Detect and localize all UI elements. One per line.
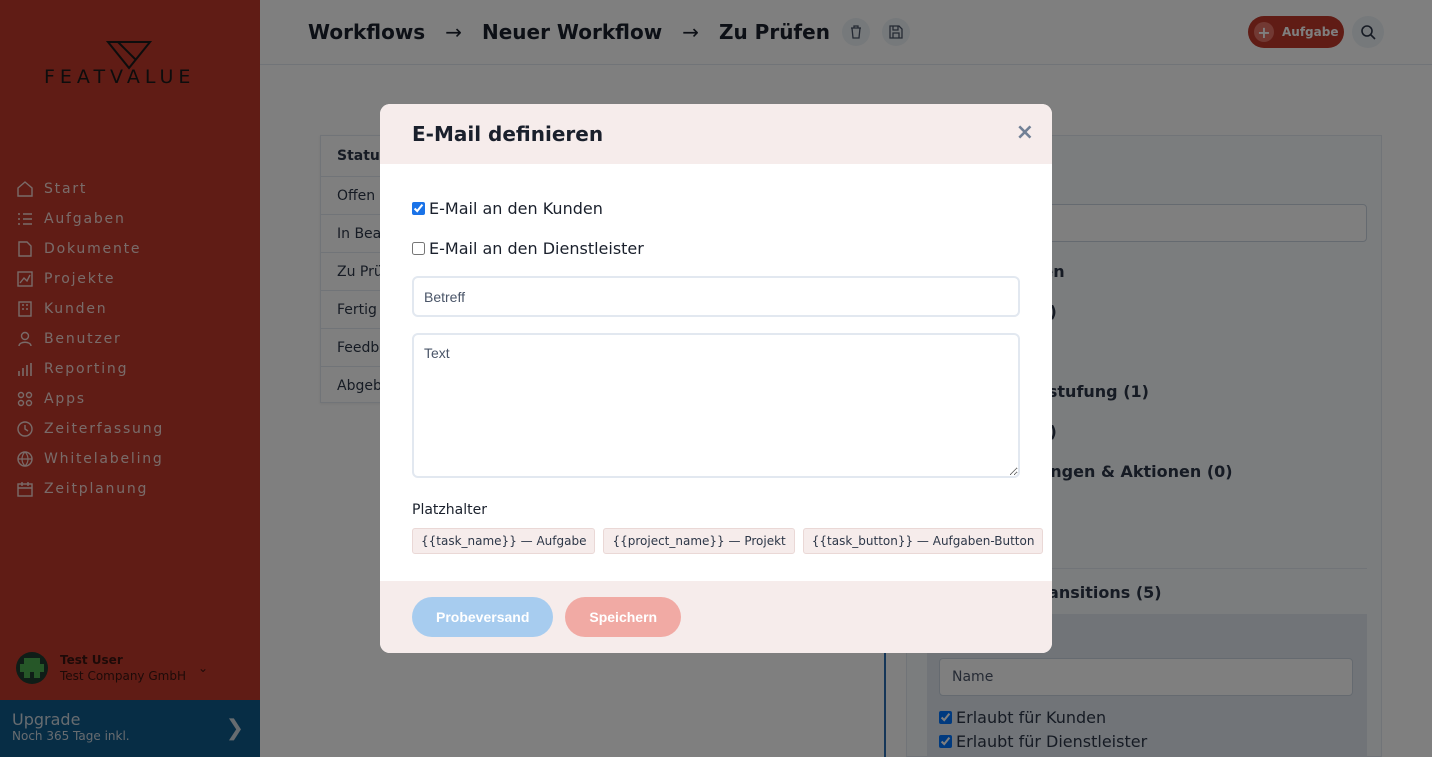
test-send-button[interactable]: Probeversand <box>412 597 554 637</box>
email-provider-checkbox[interactable] <box>412 241 425 255</box>
email-customer-option[interactable]: E-Mail an den Kunden <box>412 198 1020 218</box>
close-icon[interactable]: × <box>1016 120 1034 145</box>
placeholder-chips: {{task_name}} — Aufgabe {{project_name}}… <box>412 528 1044 554</box>
email-provider-label: E-Mail an den Dienstleister <box>429 238 644 258</box>
email-customer-checkbox[interactable] <box>412 201 425 215</box>
modal-title: E-Mail definieren <box>412 122 604 146</box>
subject-input[interactable] <box>412 276 1020 317</box>
email-customer-label: E-Mail an den Kunden <box>429 198 603 218</box>
placeholder-chip-project-name[interactable]: {{project_name}} — Projekt <box>603 528 795 554</box>
placeholder-label: Platzhalter <box>412 502 487 518</box>
modal-header: E-Mail definieren × <box>380 104 1052 164</box>
placeholder-chip-task-button[interactable]: {{task_button}} — Aufgaben-Button <box>802 528 1044 554</box>
email-provider-option[interactable]: E-Mail an den Dienstleister <box>412 238 1020 258</box>
email-modal: E-Mail definieren × E-Mail an den Kunden… <box>380 104 1052 653</box>
placeholder-chip-task-name[interactable]: {{task_name}} — Aufgabe <box>412 528 596 554</box>
text-input[interactable] <box>412 333 1020 478</box>
modal-footer: Probeversand Speichern <box>380 581 1052 653</box>
modal-body: E-Mail an den Kunden E-Mail an den Diens… <box>380 164 1052 581</box>
save-button[interactable]: Speichern <box>565 597 682 637</box>
